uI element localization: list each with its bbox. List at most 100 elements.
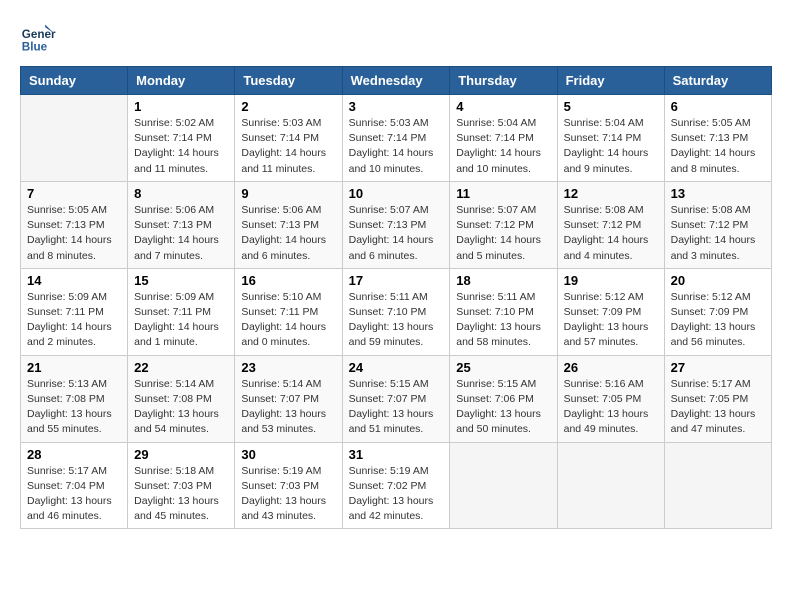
logo-icon: General Blue — [20, 20, 56, 56]
day-cell: 4Sunrise: 5:04 AMSunset: 7:14 PMDaylight… — [450, 95, 557, 182]
day-number: 9 — [241, 186, 335, 201]
day-cell: 24 Sunrise: 5:15 AMSunset: 7:07 PMDayligh… — [342, 355, 450, 442]
day-cell: 28 Sunrise: 5:17 AMSunset: 7:04 PMDayligh… — [21, 442, 128, 529]
day-info: Sunrise: 5:15 AMSunset: 7:07 PMDaylight:… — [349, 377, 444, 438]
header-monday: Monday — [128, 67, 235, 95]
day-number: 22 — [134, 360, 228, 375]
day-number: 30 — [241, 447, 335, 462]
day-number: 29 — [134, 447, 228, 462]
day-number: 20 — [671, 273, 765, 288]
day-info: Sunrise: 5:08 AMSunset: 7:12 PMDaylight:… — [564, 203, 658, 264]
week-row-0: 1 Sunrise: 5:02 AMSunset: 7:14 PMDaylight… — [21, 95, 772, 182]
day-info: Sunrise: 5:19 AMSunset: 7:02 PMDaylight:… — [349, 464, 444, 525]
day-cell: 10Sunrise: 5:07 AMSunset: 7:13 PMDayligh… — [342, 181, 450, 268]
day-info: Sunrise: 5:11 AMSunset: 7:10 PMDaylight:… — [349, 290, 444, 351]
day-info: Sunrise: 5:13 AMSunset: 7:08 PMDaylight:… — [27, 377, 121, 438]
day-cell: 23 Sunrise: 5:14 AMSunset: 7:07 PMDayligh… — [235, 355, 342, 442]
day-info: Sunrise: 5:02 AMSunset: 7:14 PMDaylight:… — [134, 116, 228, 177]
day-info: Sunrise: 5:06 AMSunset: 7:13 PMDaylight:… — [134, 203, 228, 264]
day-number: 4 — [456, 99, 550, 114]
day-info: Sunrise: 5:05 AMSunset: 7:13 PMDaylight:… — [27, 203, 121, 264]
day-number: 1 — [134, 99, 228, 114]
week-row-4: 28 Sunrise: 5:17 AMSunset: 7:04 PMDayligh… — [21, 442, 772, 529]
week-row-2: 14 Sunrise: 5:09 AMSunset: 7:11 PMDayligh… — [21, 268, 772, 355]
day-info: Sunrise: 5:05 AMSunset: 7:13 PMDaylight:… — [671, 116, 765, 177]
day-cell: 29 Sunrise: 5:18 AMSunset: 7:03 PMDayligh… — [128, 442, 235, 529]
day-number: 24 — [349, 360, 444, 375]
day-info: Sunrise: 5:18 AMSunset: 7:03 PMDaylight:… — [134, 464, 228, 525]
day-number: 18 — [456, 273, 550, 288]
header-sunday: Sunday — [21, 67, 128, 95]
header-saturday: Saturday — [664, 67, 771, 95]
day-number: 25 — [456, 360, 550, 375]
day-cell: 7 Sunrise: 5:05 AMSunset: 7:13 PMDaylight… — [21, 181, 128, 268]
header-friday: Friday — [557, 67, 664, 95]
day-number: 14 — [27, 273, 121, 288]
day-number: 21 — [27, 360, 121, 375]
day-cell: 15 Sunrise: 5:09 AMSunset: 7:11 PMDayligh… — [128, 268, 235, 355]
logo: General Blue — [20, 20, 60, 56]
day-cell — [21, 95, 128, 182]
day-info: Sunrise: 5:10 AMSunset: 7:11 PMDaylight:… — [241, 290, 335, 351]
day-cell: 22 Sunrise: 5:14 AMSunset: 7:08 PMDayligh… — [128, 355, 235, 442]
day-cell: 17Sunrise: 5:11 AMSunset: 7:10 PMDayligh… — [342, 268, 450, 355]
day-cell — [557, 442, 664, 529]
day-cell: 8 Sunrise: 5:06 AMSunset: 7:13 PMDaylight… — [128, 181, 235, 268]
day-info: Sunrise: 5:12 AMSunset: 7:09 PMDaylight:… — [564, 290, 658, 351]
day-info: Sunrise: 5:17 AMSunset: 7:04 PMDaylight:… — [27, 464, 121, 525]
day-number: 5 — [564, 99, 658, 114]
day-cell: 30 Sunrise: 5:19 AMSunset: 7:03 PMDayligh… — [235, 442, 342, 529]
day-number: 7 — [27, 186, 121, 201]
day-number: 16 — [241, 273, 335, 288]
day-info: Sunrise: 5:19 AMSunset: 7:03 PMDaylight:… — [241, 464, 335, 525]
day-cell: 18 Sunrise: 5:11 AMSunset: 7:10 PMDayligh… — [450, 268, 557, 355]
header-thursday: Thursday — [450, 67, 557, 95]
day-info: Sunrise: 5:14 AMSunset: 7:07 PMDaylight:… — [241, 377, 335, 438]
day-number: 12 — [564, 186, 658, 201]
header-tuesday: Tuesday — [235, 67, 342, 95]
day-cell: 13Sunrise: 5:08 AMSunset: 7:12 PMDayligh… — [664, 181, 771, 268]
day-info: Sunrise: 5:09 AMSunset: 7:11 PMDaylight:… — [27, 290, 121, 351]
day-cell: 19 Sunrise: 5:12 AMSunset: 7:09 PMDayligh… — [557, 268, 664, 355]
day-number: 2 — [241, 99, 335, 114]
day-cell: 2 Sunrise: 5:03 AMSunset: 7:14 PMDaylight… — [235, 95, 342, 182]
day-number: 8 — [134, 186, 228, 201]
week-row-3: 21 Sunrise: 5:13 AMSunset: 7:08 PMDayligh… — [21, 355, 772, 442]
day-number: 23 — [241, 360, 335, 375]
day-info: Sunrise: 5:14 AMSunset: 7:08 PMDaylight:… — [134, 377, 228, 438]
day-info: Sunrise: 5:15 AMSunset: 7:06 PMDaylight:… — [456, 377, 550, 438]
day-info: Sunrise: 5:03 AMSunset: 7:14 PMDaylight:… — [241, 116, 335, 177]
day-number: 10 — [349, 186, 444, 201]
week-row-1: 7 Sunrise: 5:05 AMSunset: 7:13 PMDaylight… — [21, 181, 772, 268]
day-info: Sunrise: 5:16 AMSunset: 7:05 PMDaylight:… — [564, 377, 658, 438]
day-info: Sunrise: 5:11 AMSunset: 7:10 PMDaylight:… — [456, 290, 550, 351]
day-number: 3 — [349, 99, 444, 114]
header-row: SundayMondayTuesdayWednesdayThursdayFrid… — [21, 67, 772, 95]
day-cell: 25 Sunrise: 5:15 AMSunset: 7:06 PMDayligh… — [450, 355, 557, 442]
day-number: 31 — [349, 447, 444, 462]
day-cell: 11 Sunrise: 5:07 AMSunset: 7:12 PMDayligh… — [450, 181, 557, 268]
day-cell: 1 Sunrise: 5:02 AMSunset: 7:14 PMDaylight… — [128, 95, 235, 182]
day-number: 15 — [134, 273, 228, 288]
svg-text:General: General — [22, 28, 56, 41]
day-number: 6 — [671, 99, 765, 114]
day-info: Sunrise: 5:09 AMSunset: 7:11 PMDaylight:… — [134, 290, 228, 351]
day-cell: 20Sunrise: 5:12 AMSunset: 7:09 PMDayligh… — [664, 268, 771, 355]
day-number: 28 — [27, 447, 121, 462]
page-header: General Blue — [20, 20, 772, 56]
header-wednesday: Wednesday — [342, 67, 450, 95]
day-info: Sunrise: 5:03 AMSunset: 7:14 PMDaylight:… — [349, 116, 444, 177]
day-info: Sunrise: 5:04 AMSunset: 7:14 PMDaylight:… — [564, 116, 658, 177]
day-cell — [450, 442, 557, 529]
day-cell: 16 Sunrise: 5:10 AMSunset: 7:11 PMDayligh… — [235, 268, 342, 355]
day-cell: 21 Sunrise: 5:13 AMSunset: 7:08 PMDayligh… — [21, 355, 128, 442]
svg-text:Blue: Blue — [22, 41, 48, 54]
day-cell: 12 Sunrise: 5:08 AMSunset: 7:12 PMDayligh… — [557, 181, 664, 268]
day-number: 19 — [564, 273, 658, 288]
day-info: Sunrise: 5:07 AMSunset: 7:12 PMDaylight:… — [456, 203, 550, 264]
day-cell: 26Sunrise: 5:16 AMSunset: 7:05 PMDayligh… — [557, 355, 664, 442]
day-cell: 31 Sunrise: 5:19 AMSunset: 7:02 PMDayligh… — [342, 442, 450, 529]
day-number: 11 — [456, 186, 550, 201]
calendar-table: SundayMondayTuesdayWednesdayThursdayFrid… — [20, 66, 772, 529]
day-number: 13 — [671, 186, 765, 201]
